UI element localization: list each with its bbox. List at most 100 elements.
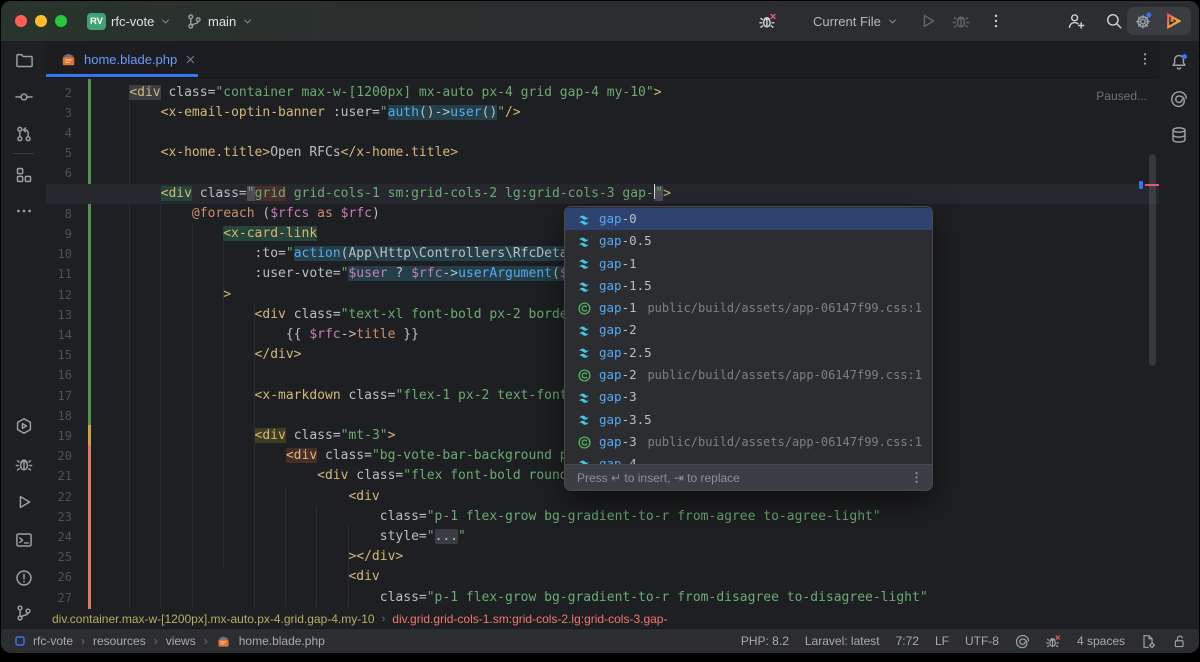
code-line-24[interactable]: style="..." (98, 527, 466, 547)
completion-hint-text: Press ↵ to insert, ⇥ to replace (577, 471, 740, 485)
status-widget-item[interactable]: UTF-8 (965, 634, 999, 648)
code-line-21[interactable]: <div class="flex font-bold rounded- (98, 466, 591, 486)
completion-item-gap-2[interactable]: gap-2public/build/assets/app-06147f99.cs… (565, 364, 932, 386)
code-line-5[interactable]: <x-home.title>Open RFCs</x-home.title> (98, 143, 458, 163)
matched-prefix: gap (599, 409, 622, 431)
blade-file-icon (60, 51, 77, 68)
completion-location: public/build/assets/app-06147f99.css:1 (647, 364, 922, 386)
tab-options-icon[interactable] (1137, 51, 1153, 67)
code-line-12[interactable]: > (98, 285, 231, 305)
code-line-25[interactable]: ></div> (98, 547, 403, 567)
status-widget-item[interactable]: PHP: 8.2 (741, 634, 789, 648)
notifications-bell-icon[interactable] (1170, 53, 1188, 71)
project-tool-icon[interactable] (15, 51, 33, 69)
completion-item-gap-3[interactable]: gap-3public/build/assets/app-06147f99.cs… (565, 431, 932, 453)
version-control-tool-icon[interactable] (15, 604, 33, 622)
services-tool-icon[interactable] (15, 417, 33, 435)
commit-tool-icon[interactable] (15, 88, 33, 106)
run-icon[interactable] (919, 12, 937, 30)
status-path-item[interactable]: views (166, 634, 196, 648)
file-gear-icon[interactable] (1141, 634, 1156, 649)
status-widget-item[interactable]: Laravel: latest (805, 634, 880, 648)
project-name: rfc-vote (111, 14, 154, 29)
problems-tool-icon[interactable] (15, 569, 33, 587)
completion-item-gap-0[interactable]: gap-0 (565, 208, 932, 230)
status-path-item[interactable]: home.blade.php (239, 634, 325, 648)
code-line-9[interactable]: <x-card-link (98, 224, 317, 244)
code-line-7[interactable]: <div class="grid grid-cols-1 sm:grid-col… (98, 184, 671, 204)
project-widget[interactable]: RV rfc-vote (87, 1, 172, 41)
run-tool-icon[interactable] (15, 493, 33, 511)
settings-gear-icon[interactable] (1134, 12, 1152, 30)
completion-item-gap-2.5[interactable]: gap-2.5 (565, 342, 932, 364)
code-line-27[interactable]: class="p-1 flex-grow bg-gradient-to-r fr… (98, 588, 928, 608)
terminal-tool-icon[interactable] (15, 531, 33, 549)
debug-icon[interactable] (952, 12, 970, 30)
run-configuration-select[interactable]: Current File (813, 1, 899, 41)
blue-square-icon[interactable] (15, 636, 25, 646)
completion-item-gap-3[interactable]: gap-3 (565, 386, 932, 408)
code-line-8[interactable]: @foreach ($rfcs as $rfc) (98, 204, 380, 224)
branch-widget[interactable]: main (186, 1, 254, 41)
code-line-10[interactable]: :to="action(App\Http\Controllers\RfcDeta… (98, 244, 591, 264)
lock-open-icon[interactable] (1172, 634, 1187, 649)
completion-item-gap-1[interactable]: gap-1 (565, 253, 932, 275)
stop-debugger-icon[interactable] (759, 12, 777, 30)
laravel-idea-icon[interactable] (1164, 11, 1184, 31)
zoom-window-button[interactable] (55, 15, 67, 27)
ai-icon[interactable] (1015, 634, 1030, 649)
completion-item-gap-1.5[interactable]: gap-1.5 (565, 275, 932, 297)
breadcrumb-item[interactable]: div.container.max-w-[1200px].mx-auto.px-… (52, 612, 375, 626)
debug-tool-icon[interactable] (15, 455, 33, 473)
matched-prefix: gap (599, 431, 622, 453)
structure-tool-icon[interactable] (15, 166, 33, 184)
ai-assistant-icon[interactable] (1170, 90, 1188, 108)
code-line-11[interactable]: :user-vote="$user ? $rfc->userArgument($… (98, 264, 591, 284)
status-widget-item[interactable]: 4 spaces (1077, 634, 1125, 648)
completion-suffix: -1 (622, 297, 637, 319)
line-number: 13 (46, 305, 72, 325)
code-line-23[interactable]: class="p-1 flex-grow bg-gradient-to-r fr… (98, 507, 881, 527)
code-line-20[interactable]: <div class="bg-vote-bar-background p-1 (98, 446, 583, 466)
status-path-item[interactable]: rfc-vote (33, 634, 73, 648)
code-line-15[interactable]: </div> (98, 345, 302, 365)
status-widget-item[interactable]: 7:72 (896, 634, 919, 648)
breadcrumb: div.container.max-w-[1200px].mx-auto.px-… (46, 609, 1159, 629)
completion-location: public/build/assets/app-06147f99.css:1 (647, 297, 922, 319)
status-path-item[interactable]: resources (93, 634, 146, 648)
completion-item-gap-3.5[interactable]: gap-3.5 (565, 409, 932, 431)
code-line-3[interactable]: <x-email-optin-banner :user="auth()->use… (98, 103, 521, 123)
code-line-17[interactable]: <x-markdown class="flex-1 px-2 text-font… (98, 386, 591, 406)
code-with-me-icon[interactable] (1067, 12, 1085, 30)
pull-requests-tool-icon[interactable] (15, 125, 33, 143)
breadcrumb-item[interactable]: div.grid.grid-cols-1.sm:grid-cols-2.lg:g… (392, 612, 667, 626)
code-line-13[interactable]: <div class="text-xl font-bold px-2 borde… (98, 305, 591, 325)
close-window-button[interactable] (15, 15, 27, 27)
tab-home-blade-php[interactable]: home.blade.php (46, 41, 209, 77)
completion-item-gap-1[interactable]: gap-1public/build/assets/app-06147f99.cs… (565, 297, 932, 319)
matched-prefix: gap (599, 208, 622, 230)
bug-x-icon[interactable] (1046, 634, 1061, 649)
line-number: 20 (46, 446, 72, 466)
code-line-2[interactable]: <div class="container max-w-[1200px] mx-… (98, 83, 662, 103)
line-number: 8 (46, 204, 72, 224)
code-line-22[interactable]: <div (98, 487, 380, 507)
completion-item-gap-0.5[interactable]: gap-0.5 (565, 230, 932, 252)
more-tools-icon[interactable] (15, 202, 33, 220)
more-actions-icon[interactable] (987, 12, 1005, 30)
completion-item-gap-2[interactable]: gap-2 (565, 319, 932, 341)
code-line-19[interactable]: <div class="mt-3"> (98, 426, 395, 446)
completion-location: public/build/assets/app-06147f99.css:1 (647, 431, 922, 453)
code-line-14[interactable]: {{ $rfc->title }} (98, 325, 419, 345)
status-widget-item[interactable]: LF (935, 634, 949, 648)
tab-label: home.blade.php (84, 52, 177, 67)
search-everywhere-icon[interactable] (1105, 12, 1123, 30)
blade-icon[interactable] (216, 634, 231, 649)
code-line-26[interactable]: <div (98, 567, 380, 587)
line-number: 22 (46, 487, 72, 507)
completion-options-icon[interactable] (909, 470, 924, 485)
minimize-window-button[interactable] (35, 15, 47, 27)
database-tool-icon[interactable] (1170, 126, 1188, 144)
close-tab-icon[interactable] (184, 53, 197, 66)
tailwind-icon (577, 212, 592, 227)
